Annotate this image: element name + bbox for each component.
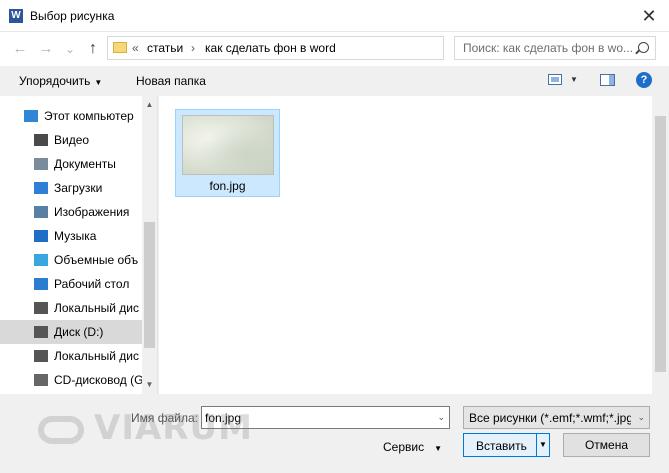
- search-input[interactable]: Поиск: как сделать фон в wo...: [454, 36, 656, 60]
- sidebar-item[interactable]: Локальный дис: [0, 296, 142, 320]
- sidebar-item-label: Локальный дис: [54, 301, 139, 315]
- scroll-thumb[interactable]: [655, 116, 666, 372]
- drive-icon: [34, 326, 48, 338]
- file-item[interactable]: fon.jpg: [175, 109, 280, 197]
- drive-icon: [34, 350, 48, 362]
- image-thumbnail: [182, 115, 274, 175]
- music-icon: [34, 230, 48, 242]
- dropdown-arrow-icon: ▼: [94, 78, 103, 87]
- computer-icon: [24, 110, 38, 122]
- sidebar-item-label: Музыка: [54, 229, 97, 243]
- file-type-value: Все рисунки (*.emf;*.wmf;*.jpg: [469, 411, 631, 425]
- sidebar-item[interactable]: Изображения: [0, 200, 142, 224]
- watermark-text: VIARUM: [94, 408, 253, 448]
- cancel-button[interactable]: Отмена: [563, 433, 650, 457]
- back-arrow-icon[interactable]: ←: [10, 39, 30, 59]
- sidebar-item[interactable]: Объемные объ: [0, 248, 142, 272]
- organize-button[interactable]: Упорядочить ▼: [19, 74, 102, 88]
- sidebar-item-label: Локальный дис: [54, 349, 139, 363]
- sidebar-item-label: Этот компьютер: [44, 109, 134, 123]
- chevron-down-icon[interactable]: ⌄: [637, 412, 645, 423]
- sidebar-item-label: Изображения: [54, 205, 130, 219]
- documents-icon: [34, 158, 48, 170]
- navigation-bar: ← → ⌄ ↑ « статьи › как сделать фон в wor…: [0, 32, 669, 66]
- pictures-icon: [34, 206, 48, 218]
- scroll-down-icon[interactable]: ▼: [142, 378, 157, 392]
- view-mode-icon[interactable]: [548, 74, 562, 85]
- tools-button[interactable]: Сервис ▼: [383, 440, 442, 454]
- insert-button[interactable]: Вставить ▼: [463, 433, 550, 457]
- breadcrumb-item[interactable]: как сделать фон в word: [205, 41, 336, 55]
- divider: [536, 434, 537, 456]
- desktop-icon: [34, 278, 48, 290]
- chevron-down-icon[interactable]: ⌄: [437, 412, 445, 423]
- file-type-select[interactable]: Все рисунки (*.emf;*.wmf;*.jpg ⌄: [463, 406, 650, 429]
- word-icon: W: [9, 9, 23, 23]
- view-dropdown-arrow-icon[interactable]: ▼: [570, 75, 578, 84]
- preview-pane-icon[interactable]: [600, 74, 615, 86]
- sidebar-item[interactable]: CD-дисковод (G: [0, 368, 142, 392]
- sidebar-item[interactable]: Загрузки: [0, 176, 142, 200]
- breadcrumb-item[interactable]: статьи: [147, 41, 183, 55]
- insert-label: Вставить: [476, 439, 527, 453]
- content-scrollbar[interactable]: [652, 96, 669, 394]
- sidebar-item[interactable]: Локальный дис: [0, 344, 142, 368]
- tools-label: Сервис: [383, 440, 425, 454]
- 3d-objects-icon: [34, 254, 48, 266]
- recent-locations-chevron-icon[interactable]: ⌄: [60, 39, 80, 59]
- search-icon[interactable]: [638, 42, 649, 53]
- downloads-icon: [34, 182, 48, 194]
- nav-scrollbar[interactable]: ▲ ▼: [142, 96, 157, 394]
- title-bar: W Выбор рисунка ✕: [0, 0, 669, 32]
- cd-drive-icon: [34, 374, 48, 386]
- watermark-logo-icon: [38, 416, 84, 444]
- folder-icon: [113, 42, 127, 53]
- breadcrumb-separator-icon[interactable]: ›: [191, 41, 195, 55]
- insert-dropdown-arrow-icon[interactable]: ▼: [539, 440, 547, 449]
- address-bar[interactable]: « статьи › как сделать фон в word ⌄ ⟳: [107, 36, 540, 60]
- sidebar-item[interactable]: Музыка: [0, 224, 142, 248]
- search-placeholder: Поиск: как сделать фон в wo...: [463, 41, 633, 55]
- up-arrow-icon[interactable]: ↑: [83, 39, 103, 59]
- scroll-thumb[interactable]: [144, 222, 155, 348]
- organize-label: Упорядочить: [19, 74, 91, 88]
- breadcrumb-overflow[interactable]: «: [132, 41, 139, 55]
- sidebar-item-label: CD-дисковод (G: [54, 373, 142, 387]
- drive-icon: [34, 302, 48, 314]
- sidebar-item[interactable]: Этот компьютер: [0, 104, 142, 128]
- sidebar-item[interactable]: Документы: [0, 152, 142, 176]
- file-name-label: fon.jpg: [209, 179, 246, 193]
- close-button[interactable]: ✕: [639, 6, 659, 26]
- sidebar-item[interactable]: Видео: [0, 128, 142, 152]
- sidebar-item[interactable]: Рабочий стол: [0, 272, 142, 296]
- sidebar-item-label: Рабочий стол: [54, 277, 130, 291]
- sidebar-item-label: Диск (D:): [54, 325, 104, 339]
- new-folder-button[interactable]: Новая папка: [136, 74, 206, 88]
- sidebar-item-label: Загрузки: [54, 181, 103, 195]
- video-icon: [34, 134, 48, 146]
- help-icon[interactable]: ?: [636, 72, 652, 88]
- file-list-area[interactable]: fon.jpg: [159, 96, 652, 394]
- navigation-pane: Этот компьютер Видео Документы Загрузки Изоб…: [0, 96, 158, 394]
- sidebar-item[interactable]: Диск (D:): [0, 320, 142, 344]
- dropdown-arrow-icon: ▼: [434, 444, 443, 453]
- sidebar-item-label: Видео: [54, 133, 90, 147]
- sidebar-item-label: Объемные объ: [54, 253, 139, 267]
- command-bar: Упорядочить ▼ Новая папка ▼ ?: [0, 66, 669, 96]
- window-title: Выбор рисунка: [30, 9, 115, 23]
- forward-arrow-icon[interactable]: →: [36, 39, 56, 59]
- scroll-up-icon[interactable]: ▲: [142, 98, 157, 112]
- sidebar-item-label: Документы: [54, 157, 116, 171]
